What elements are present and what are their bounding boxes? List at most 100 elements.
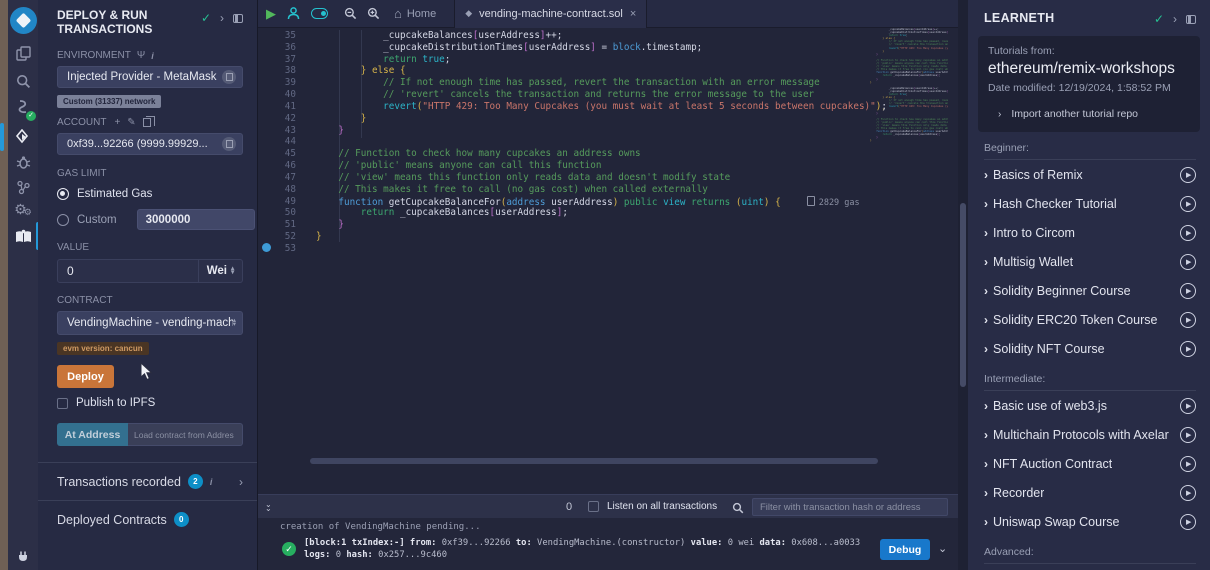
chevron-right-icon[interactable]: ›	[984, 486, 988, 500]
play-icon[interactable]: ▶	[1180, 398, 1196, 414]
copy-account-icon[interactable]	[143, 118, 151, 127]
line-number[interactable]: 49	[258, 196, 296, 208]
run-script-icon[interactable]: ▶	[266, 6, 276, 22]
scrollbar-thumb[interactable]	[960, 203, 966, 387]
tutorial-item[interactable]: ›Solidity Beginner Course▶	[984, 276, 1196, 305]
chevron-right-icon[interactable]: ›	[984, 515, 988, 529]
ai-toggle-icon[interactable]	[311, 8, 328, 19]
tutorial-item[interactable]: ›Uniswap Swap Course▶	[984, 507, 1196, 536]
tutorial-item[interactable]: ›All about Proxy Contracts▶	[984, 564, 1196, 570]
at-address-button[interactable]: At Address	[57, 423, 128, 446]
chevron-right-icon[interactable]: ›	[984, 284, 988, 298]
line-number[interactable]: 40	[258, 89, 296, 101]
line-number[interactable]: 42	[258, 113, 296, 125]
environment-select[interactable]: Injected Provider - MetaMask	[57, 66, 243, 88]
tx-log-entry[interactable]: [block:1 txIndex:-] from: 0xf39...92266 …	[304, 538, 874, 561]
chevron-right-icon[interactable]: ›	[984, 342, 988, 356]
debugger-icon[interactable]	[8, 150, 38, 174]
import-tutorial-repo[interactable]: › Import another tutorial repo	[988, 108, 1190, 120]
terminal[interactable]: creation of VendingMachine pending... ✓ …	[258, 518, 958, 570]
info-icon[interactable]: i	[151, 51, 154, 61]
chevron-right-icon[interactable]: ›	[984, 226, 988, 240]
play-icon[interactable]: ▶	[1180, 341, 1196, 357]
breakpoint-dot[interactable]	[262, 243, 271, 252]
copy-icon[interactable]	[222, 70, 236, 84]
fork-environment-icon[interactable]: Ψ	[137, 50, 145, 61]
tab-vending-machine-contract[interactable]: ◆ vending-machine-contract.sol ×	[454, 0, 647, 28]
play-icon[interactable]: ▶	[1180, 283, 1196, 299]
play-icon[interactable]: ▶	[1180, 485, 1196, 501]
learneth-plugin-icon[interactable]	[8, 224, 38, 248]
zoom-out-icon[interactable]	[344, 7, 357, 20]
search-icon[interactable]	[8, 69, 38, 93]
chevron-right-icon[interactable]: ›	[984, 399, 988, 413]
pin-panel-icon[interactable]	[233, 14, 243, 23]
line-number[interactable]: 52	[258, 231, 296, 243]
debug-button[interactable]: Debug	[880, 539, 930, 560]
tutorial-item[interactable]: ›Recorder▶	[984, 478, 1196, 507]
line-number[interactable]: 38	[258, 65, 296, 77]
custom-gas-input[interactable]	[137, 209, 255, 230]
line-number[interactable]: 45	[258, 148, 296, 160]
info-icon[interactable]: i	[210, 477, 213, 487]
transactions-recorded-section[interactable]: Transactions recorded 2 i ›	[38, 462, 257, 500]
play-icon[interactable]: ▶	[1180, 514, 1196, 530]
deploy-run-icon[interactable]	[8, 125, 38, 149]
line-number[interactable]: 48	[258, 184, 296, 196]
chevron-right-icon[interactable]: ›	[984, 313, 988, 327]
plugin-manager-icon[interactable]	[8, 175, 38, 199]
copy-icon[interactable]	[222, 137, 236, 151]
play-icon[interactable]: ▶	[1180, 427, 1196, 443]
zoom-in-icon[interactable]	[367, 7, 380, 20]
publish-ipfs-checkbox[interactable]	[57, 398, 68, 409]
play-icon[interactable]: ▶	[1180, 196, 1196, 212]
listen-all-checkbox[interactable]	[588, 501, 599, 512]
close-icon[interactable]: ×	[630, 8, 636, 20]
estimated-gas-radio[interactable]	[57, 188, 69, 200]
chevron-right-icon[interactable]: ›	[220, 11, 224, 25]
line-number[interactable]: 35	[258, 30, 296, 42]
chevron-right-icon[interactable]: ›	[239, 475, 243, 489]
remix-ai-assistant-icon[interactable]	[286, 6, 301, 21]
tutorial-item[interactable]: ›Intro to Circom▶	[984, 218, 1196, 247]
tutorial-item[interactable]: ›NFT Auction Contract▶	[984, 449, 1196, 478]
value-unit-select[interactable]: Wei ▴▾	[199, 259, 243, 283]
play-icon[interactable]: ▶	[1180, 167, 1196, 183]
chevron-right-icon[interactable]: ›	[984, 197, 988, 211]
chevron-right-icon[interactable]: ›	[984, 457, 988, 471]
remix-logo-icon[interactable]	[10, 7, 37, 34]
line-number[interactable]: 51	[258, 219, 296, 231]
play-icon[interactable]: ▶	[1180, 456, 1196, 472]
panel-scrollbar[interactable]	[958, 0, 968, 570]
tutorial-item[interactable]: ›Basic use of web3.js▶	[984, 391, 1196, 420]
sign-message-icon[interactable]: ✎	[127, 117, 135, 128]
chevron-right-icon[interactable]: ›	[984, 428, 988, 442]
code-editor[interactable]: 35363738394041424344454647484950515253 _…	[258, 28, 958, 487]
settings-icon[interactable]: ⚙⚙	[8, 198, 38, 222]
plugin-connect-icon[interactable]	[8, 545, 38, 569]
deploy-button[interactable]: Deploy	[57, 365, 114, 388]
account-select[interactable]: 0xf39...92266 (9999.99929...	[57, 133, 243, 155]
home-tab[interactable]: ⌂ Home	[394, 6, 436, 21]
line-number[interactable]: 44	[258, 136, 296, 148]
play-icon[interactable]: ▶	[1180, 312, 1196, 328]
tutorial-item[interactable]: ›Solidity NFT Course▶	[984, 334, 1196, 363]
line-number[interactable]: 47	[258, 172, 296, 184]
chevron-down-icon[interactable]: ⌄	[938, 542, 947, 555]
solidity-compiler-icon[interactable]: ✓	[8, 95, 38, 119]
line-number[interactable]: 50	[258, 207, 296, 219]
chevron-right-icon[interactable]: ›	[984, 168, 988, 182]
chevron-right-icon[interactable]: ›	[1173, 12, 1177, 26]
tutorial-item[interactable]: ›Multichain Protocols with Axelar▶	[984, 420, 1196, 449]
line-number[interactable]: 39	[258, 77, 296, 89]
tutorial-item[interactable]: ›Solidity ERC20 Token Course▶	[984, 305, 1196, 334]
custom-gas-radio[interactable]	[57, 214, 69, 226]
at-address-input[interactable]	[128, 423, 243, 446]
expand-terminal-icon[interactable]: ⌄⌄	[265, 503, 272, 511]
terminal-filter-input[interactable]	[752, 498, 948, 516]
file-explorer-icon[interactable]	[8, 41, 38, 65]
contract-select[interactable]: VendingMachine - vending-machin ▴▾	[57, 311, 243, 335]
tutorial-item[interactable]: ›Basics of Remix▶	[984, 160, 1196, 189]
line-number[interactable]: 37	[258, 54, 296, 66]
minimap[interactable]: _cupcakeBalances[userAddress]++; _cupcak…	[870, 28, 948, 487]
